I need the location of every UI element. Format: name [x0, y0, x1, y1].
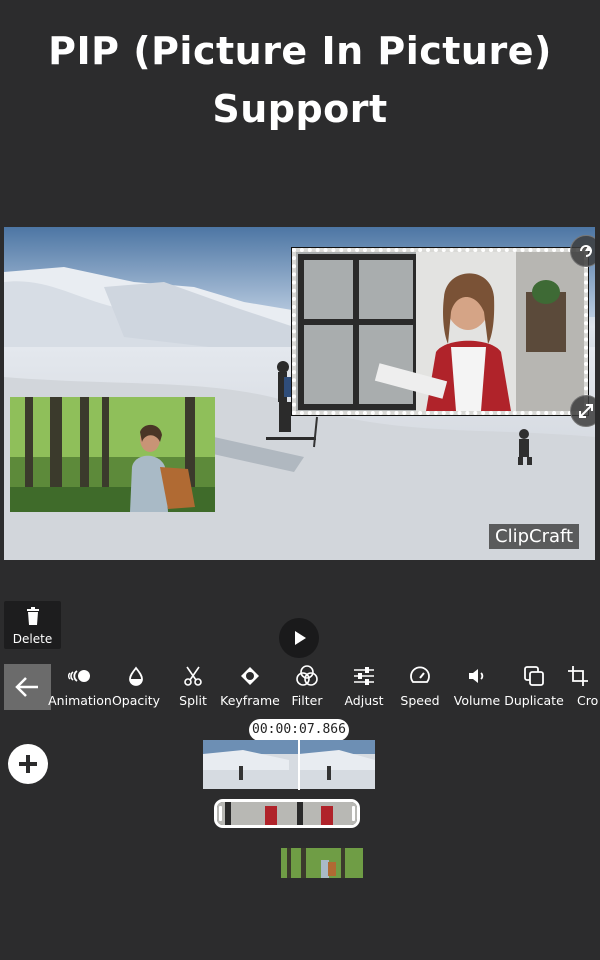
trash-icon [27, 607, 39, 625]
pip-track-clip[interactable] [281, 848, 363, 878]
ski-clip-thumbnails [203, 740, 375, 789]
resize-icon [579, 404, 593, 418]
tool-duplicate[interactable]: Duplicate [502, 662, 566, 710]
timecode-display: 00:00:07.866 [249, 719, 349, 741]
office-clip-thumbnails [217, 802, 357, 825]
pip-track-clip-selected[interactable] [214, 799, 360, 828]
main-track-clip[interactable] [203, 740, 375, 789]
plus-icon [19, 755, 37, 773]
keyframe-icon [241, 667, 259, 685]
play-icon [295, 631, 306, 645]
watermark[interactable]: ClipCraft [489, 524, 580, 549]
scissors-icon [184, 666, 202, 686]
forest-clip-thumbnails [281, 848, 363, 878]
pip-layer-forest[interactable] [10, 397, 215, 512]
animation-icon [68, 670, 90, 682]
promo-headline: PIP (Picture In Picture) Support [0, 22, 600, 138]
rotate-icon [580, 245, 592, 257]
sliders-icon [354, 667, 374, 685]
play-button[interactable] [279, 618, 319, 658]
pip-layer-office[interactable] [291, 247, 589, 416]
tool-label: Cro [577, 693, 599, 708]
delete-button[interactable]: Delete [4, 601, 61, 649]
add-clip-button[interactable] [8, 744, 48, 784]
headline-line-1: PIP (Picture In Picture) [48, 29, 552, 73]
duplicate-icon [524, 666, 544, 686]
speedometer-icon [410, 666, 430, 683]
scale-handle[interactable] [570, 395, 595, 427]
crop-icon [568, 666, 588, 686]
tool-crop[interactable]: Cro [558, 662, 600, 710]
forest-hiker-image [10, 397, 215, 512]
delete-label: Delete [12, 632, 53, 646]
filter-circles-icon [296, 665, 318, 686]
headline-line-2: Support [212, 87, 388, 131]
speaker-icon [469, 669, 484, 683]
rotate-handle[interactable] [570, 235, 595, 267]
video-preview[interactable]: ClipCraft [4, 227, 595, 560]
playhead[interactable] [298, 740, 300, 790]
opacity-drop-icon [129, 666, 143, 686]
office-woman-image [296, 252, 584, 411]
